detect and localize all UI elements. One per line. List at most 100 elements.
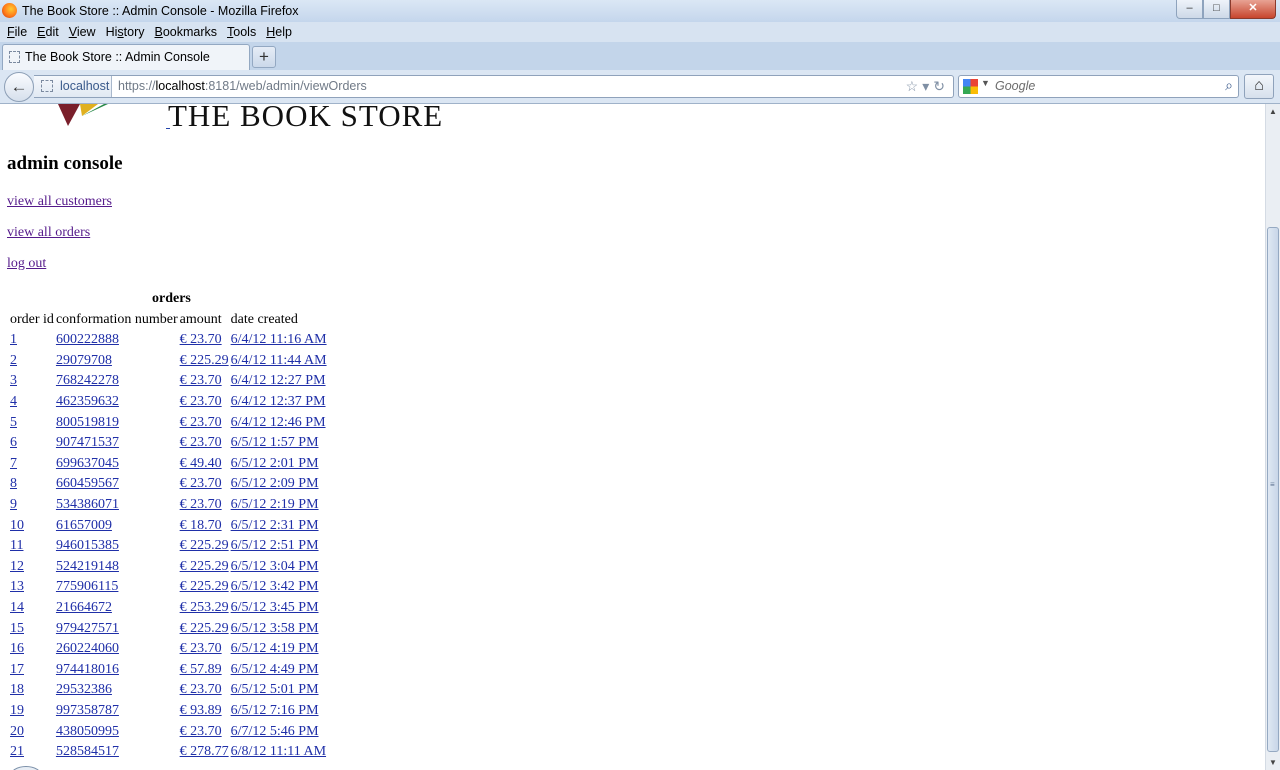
order-id-link[interactable]: 6	[10, 435, 17, 450]
log-out-link[interactable]: log out	[7, 256, 46, 272]
confirmation-number-link[interactable]: 462359632	[56, 394, 119, 409]
amount-link[interactable]: € 93.89	[180, 703, 222, 718]
maximize-button[interactable]: □	[1203, 0, 1230, 19]
search-bar[interactable]: ▼ Google ⌕	[958, 75, 1239, 98]
confirmation-number-link[interactable]: 534386071	[56, 497, 119, 512]
confirmation-number-link[interactable]: 946015385	[56, 538, 119, 553]
order-id-link[interactable]: 18	[10, 682, 24, 697]
home-button[interactable]: ⌂	[1244, 74, 1274, 99]
date-created-link[interactable]: 6/4/12 12:46 PM	[231, 415, 326, 430]
confirmation-number-link[interactable]: 979427571	[56, 621, 119, 636]
order-id-link[interactable]: 13	[10, 579, 24, 594]
date-created-link[interactable]: 6/4/12 12:27 PM	[231, 373, 326, 388]
date-created-link[interactable]: 6/5/12 2:09 PM	[231, 476, 319, 491]
date-created-link[interactable]: 6/8/12 11:11 AM	[231, 744, 326, 759]
amount-link[interactable]: € 23.70	[180, 682, 222, 697]
tab-admin-console[interactable]: The Book Store :: Admin Console	[2, 44, 250, 70]
amount-link[interactable]: € 225.29	[180, 559, 229, 574]
amount-link[interactable]: € 23.70	[180, 373, 222, 388]
view-all-customers-link[interactable]: view all customers	[7, 194, 112, 210]
amount-link[interactable]: € 225.29	[180, 353, 229, 368]
confirmation-number-link[interactable]: 29532386	[56, 682, 112, 697]
menu-file[interactable]: File	[2, 25, 32, 39]
confirmation-number-link[interactable]: 600222888	[56, 332, 119, 347]
date-created-link[interactable]: 6/5/12 3:45 PM	[231, 600, 319, 615]
menu-help[interactable]: Help	[261, 25, 297, 39]
confirmation-number-link[interactable]: 61657009	[56, 518, 112, 533]
confirmation-number-link[interactable]: 997358787	[56, 703, 119, 718]
amount-link[interactable]: € 57.89	[180, 662, 222, 677]
amount-link[interactable]: € 278.77	[180, 744, 229, 759]
menu-view[interactable]: View	[64, 25, 101, 39]
confirmation-number-link[interactable]: 768242278	[56, 373, 119, 388]
date-created-link[interactable]: 6/5/12 7:16 PM	[231, 703, 319, 718]
search-input[interactable]: Google	[995, 76, 1035, 97]
date-created-link[interactable]: 6/5/12 1:57 PM	[231, 435, 319, 450]
order-id-link[interactable]: 14	[10, 600, 24, 615]
date-created-link[interactable]: 6/5/12 2:31 PM	[231, 518, 319, 533]
order-id-link[interactable]: 10	[10, 518, 24, 533]
engine-dropdown-icon[interactable]: ▼	[981, 78, 990, 88]
confirmation-number-link[interactable]: 699637045	[56, 456, 119, 471]
confirmation-number-link[interactable]: 528584517	[56, 744, 119, 759]
logo-link[interactable]	[166, 128, 170, 129]
date-created-link[interactable]: 6/4/12 11:44 AM	[231, 353, 327, 368]
vertical-scrollbar[interactable]: ▲ ≡ ▼	[1265, 104, 1280, 770]
menu-edit[interactable]: Edit	[32, 25, 64, 39]
amount-link[interactable]: € 23.70	[180, 415, 222, 430]
date-created-link[interactable]: 6/5/12 2:19 PM	[231, 497, 319, 512]
confirmation-number-link[interactable]: 260224060	[56, 641, 119, 656]
confirmation-number-link[interactable]: 800519819	[56, 415, 119, 430]
amount-link[interactable]: € 23.70	[180, 476, 222, 491]
menu-history[interactable]: History	[101, 25, 150, 39]
confirmation-number-link[interactable]: 974418016	[56, 662, 119, 677]
order-id-link[interactable]: 21	[10, 744, 24, 759]
scroll-up-arrow-icon[interactable]: ▲	[1266, 104, 1280, 119]
amount-link[interactable]: € 18.70	[180, 518, 222, 533]
order-id-link[interactable]: 19	[10, 703, 24, 718]
order-id-link[interactable]: 8	[10, 476, 17, 491]
order-id-link[interactable]: 3	[10, 373, 17, 388]
menu-bookmarks[interactable]: Bookmarks	[150, 25, 223, 39]
order-id-link[interactable]: 7	[10, 456, 17, 471]
order-id-link[interactable]: 9	[10, 497, 17, 512]
amount-link[interactable]: € 23.70	[180, 641, 222, 656]
order-id-link[interactable]: 2	[10, 353, 17, 368]
confirmation-number-link[interactable]: 660459567	[56, 476, 119, 491]
date-created-link[interactable]: 6/4/12 11:16 AM	[231, 332, 327, 347]
history-dropdown-icon[interactable]: ▾	[922, 78, 933, 94]
floating-button-partial[interactable]	[10, 766, 42, 770]
date-created-link[interactable]: 6/5/12 3:42 PM	[231, 579, 319, 594]
amount-link[interactable]: € 23.70	[180, 724, 222, 739]
google-engine-icon[interactable]	[963, 79, 978, 94]
date-created-link[interactable]: 6/5/12 5:01 PM	[231, 682, 319, 697]
order-id-link[interactable]: 5	[10, 415, 17, 430]
search-icon[interactable]: ⌕	[1225, 77, 1233, 94]
date-created-link[interactable]: 6/5/12 4:49 PM	[231, 662, 319, 677]
scrollbar-thumb[interactable]: ≡	[1267, 227, 1279, 752]
bookmark-star-icon[interactable]: ☆	[906, 78, 923, 94]
amount-link[interactable]: € 253.29	[180, 600, 229, 615]
confirmation-number-link[interactable]: 775906115	[56, 579, 118, 594]
amount-link[interactable]: € 23.70	[180, 497, 222, 512]
date-created-link[interactable]: 6/7/12 5:46 PM	[231, 724, 319, 739]
order-id-link[interactable]: 16	[10, 641, 24, 656]
order-id-link[interactable]: 17	[10, 662, 24, 677]
confirmation-number-link[interactable]: 29079708	[56, 353, 112, 368]
menu-tools[interactable]: Tools	[222, 25, 261, 39]
amount-link[interactable]: € 225.29	[180, 579, 229, 594]
minimize-button[interactable]: –	[1176, 0, 1203, 19]
date-created-link[interactable]: 6/5/12 3:58 PM	[231, 621, 319, 636]
confirmation-number-link[interactable]: 907471537	[56, 435, 119, 450]
amount-link[interactable]: € 23.70	[180, 332, 222, 347]
date-created-link[interactable]: 6/5/12 2:01 PM	[231, 456, 319, 471]
amount-link[interactable]: € 225.29	[180, 621, 229, 636]
confirmation-number-link[interactable]: 21664672	[56, 600, 112, 615]
back-button[interactable]: ←	[4, 72, 34, 102]
order-id-link[interactable]: 4	[10, 394, 17, 409]
date-created-link[interactable]: 6/4/12 12:37 PM	[231, 394, 326, 409]
confirmation-number-link[interactable]: 524219148	[56, 559, 119, 574]
amount-link[interactable]: € 23.70	[180, 394, 222, 409]
confirmation-number-link[interactable]: 438050995	[56, 724, 119, 739]
order-id-link[interactable]: 11	[10, 538, 23, 553]
